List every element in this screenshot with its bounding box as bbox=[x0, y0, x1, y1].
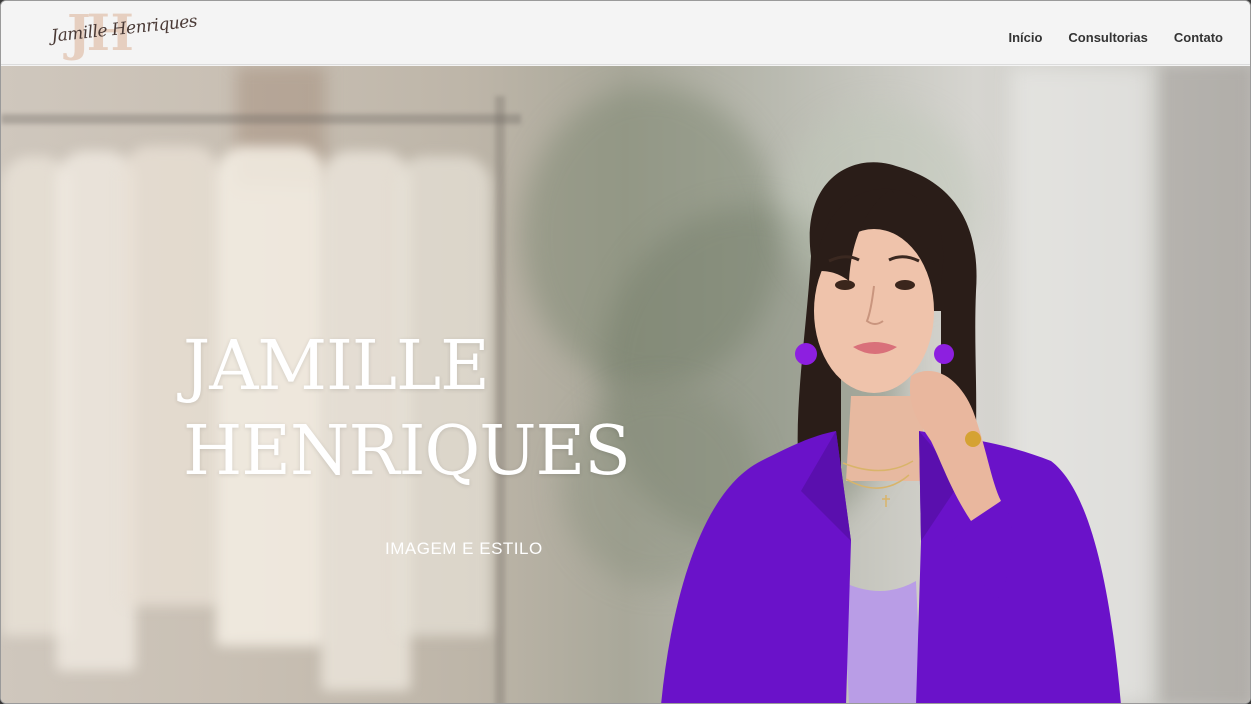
site-header: JH Jamille Henriques Início Consultorias… bbox=[1, 1, 1250, 65]
browser-viewport: JH Jamille Henriques Início Consultorias… bbox=[0, 0, 1251, 704]
hero-subtitle: IMAGEM E ESTILO bbox=[385, 539, 543, 558]
hero-section: JAMILLE HENRIQUES IMAGEM E ESTILO bbox=[1, 66, 1250, 703]
main-nav: Início Consultorias Contato bbox=[1008, 30, 1223, 45]
nav-link-consultorias[interactable]: Consultorias bbox=[1068, 30, 1147, 45]
hero-title: JAMILLE HENRIQUES bbox=[183, 324, 631, 494]
nav-link-contato[interactable]: Contato bbox=[1174, 30, 1223, 45]
nav-link-inicio[interactable]: Início bbox=[1008, 30, 1042, 45]
portrait-image bbox=[661, 162, 1121, 703]
site-logo[interactable]: JH Jamille Henriques bbox=[49, 5, 198, 61]
hero-title-line2: HENRIQUES bbox=[183, 412, 631, 491]
hero-title-line1: JAMILLE bbox=[183, 327, 490, 406]
